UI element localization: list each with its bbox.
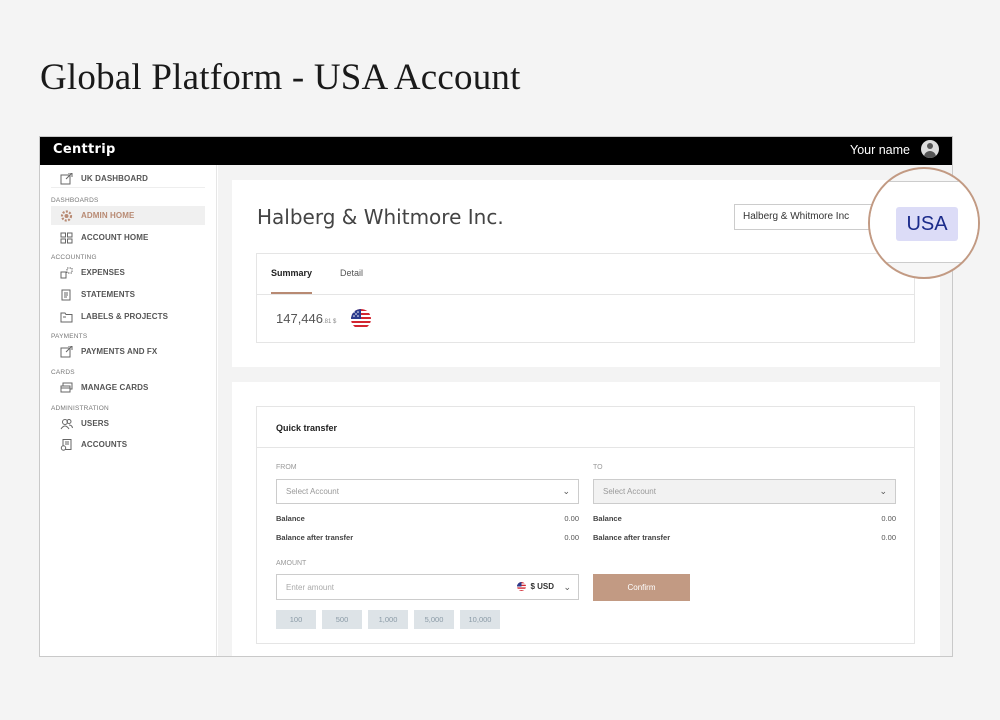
sidebar-item-account-home[interactable]: ACCOUNT HOME <box>51 228 205 247</box>
sidebar-item-admin-home[interactable]: ADMIN HOME <box>51 206 205 225</box>
quick-amount-chip[interactable]: 5,000 <box>414 610 454 629</box>
from-balance-after-label: Balance after transfer <box>276 533 354 542</box>
sidebar-item-payments-fx[interactable]: PAYMENTS AND FX <box>51 342 205 361</box>
users-icon <box>59 418 73 430</box>
to-label: TO <box>593 464 603 471</box>
from-account-select[interactable]: Select Account ⌄ <box>276 479 579 504</box>
user-avatar-icon[interactable] <box>921 140 939 158</box>
from-balance-value: 0.00 <box>564 514 579 523</box>
balance-decimals: .81 $ <box>323 319 337 325</box>
quick-transfer-divider <box>257 447 914 448</box>
quick-transfer-panel: Quick transfer FROM Select Account ⌄ TO … <box>256 406 915 644</box>
external-link-icon <box>59 345 73 358</box>
company-selector[interactable]: Halberg & Whitmore Inc <box>734 204 874 230</box>
magnifier-line <box>870 262 978 263</box>
confirm-button[interactable]: Confirm <box>593 574 690 601</box>
quick-amount-chip[interactable]: 10,000 <box>460 610 500 629</box>
chevron-down-icon: ⌄ <box>563 582 571 592</box>
tabs-divider <box>257 294 914 295</box>
us-flag-icon <box>351 309 371 329</box>
sidebar-item-label: LABELS & PROJECTS <box>81 312 169 321</box>
section-payments: PAYMENTS <box>51 333 88 340</box>
sidebar-item-manage-cards[interactable]: MANAGE CARDS <box>51 378 205 397</box>
grid-icon <box>59 232 73 244</box>
page-title: Global Platform - USA Account <box>40 57 521 98</box>
card-icon <box>59 382 73 394</box>
expenses-icon <box>59 267 73 279</box>
main-content: Halberg & Whitmore Inc. Halberg & Whitmo… <box>218 165 952 656</box>
magnifier-line <box>870 181 978 182</box>
amount-input[interactable]: Enter amount $ USD ⌄ <box>276 574 579 600</box>
sidebar-item-label: USERS <box>81 419 110 428</box>
quick-amount-chip[interactable]: 500 <box>322 610 362 629</box>
amount-label: AMOUNT <box>276 560 307 567</box>
sidebar-item-labels-projects[interactable]: LABELS & PROJECTS <box>51 307 205 326</box>
account-balance: 147,446.81 $ <box>276 311 336 326</box>
account-summary-card: Halberg & Whitmore Inc. Halberg & Whitmo… <box>232 180 940 367</box>
sidebar-item-label: ACCOUNTS <box>81 440 128 449</box>
to-balance-after-value: 0.00 <box>881 533 896 542</box>
to-account-placeholder: Select Account <box>603 487 656 496</box>
from-balance-after-value: 0.00 <box>564 533 579 542</box>
to-balance-after-label: Balance after transfer <box>593 533 671 542</box>
section-accounting: ACCOUNTING <box>51 254 97 261</box>
to-account-select[interactable]: Select Account ⌄ <box>593 479 896 504</box>
to-balance-label: Balance <box>593 514 622 523</box>
currency-label: $ USD <box>530 582 554 591</box>
sidebar-item-label: ADMIN HOME <box>81 211 135 220</box>
brand-logo[interactable]: Centtrip <box>53 142 116 157</box>
sidebar-item-expenses[interactable]: EXPENSES <box>51 263 205 282</box>
accounts-icon <box>59 438 73 451</box>
region-magnifier: USA <box>868 167 980 279</box>
tab-summary[interactable]: Summary <box>271 268 312 278</box>
app-window: Centtrip Your name UK DASHBOARD DASHBOAR… <box>39 136 953 657</box>
sidebar-item-label: ACCOUNT HOME <box>81 233 149 242</box>
us-flag-icon <box>517 582 527 591</box>
amount-placeholder: Enter amount <box>286 583 335 592</box>
from-balance-label: Balance <box>276 514 305 523</box>
sidebar-item-users[interactable]: USERS <box>51 414 205 433</box>
quick-amount-chip[interactable]: 1,000 <box>368 610 408 629</box>
sidebar-item-label: PAYMENTS AND FX <box>81 347 158 356</box>
section-administration: ADMINISTRATION <box>51 405 109 412</box>
section-cards: CARDS <box>51 369 75 376</box>
document-icon <box>59 289 73 301</box>
quick-transfer-card: Quick transfer FROM Select Account ⌄ TO … <box>232 382 940 656</box>
sidebar-item-uk-dashboard[interactable]: UK DASHBOARD <box>51 169 205 188</box>
folder-icon <box>59 311 73 323</box>
sidebar: UK DASHBOARD DASHBOARDS ADMIN HOME ACCOU… <box>40 165 217 656</box>
quick-transfer-title: Quick transfer <box>276 423 338 433</box>
section-dashboards: DASHBOARDS <box>51 197 99 204</box>
sidebar-item-accounts[interactable]: ACCOUNTS <box>51 435 205 454</box>
external-link-icon <box>59 172 73 185</box>
balance-amount: 147,446 <box>276 311 323 326</box>
user-name[interactable]: Your name <box>850 143 910 157</box>
sidebar-item-label: MANAGE CARDS <box>81 383 149 392</box>
region-badge[interactable]: USA <box>896 207 958 241</box>
sidebar-item-label: STATEMENTS <box>81 290 136 299</box>
chevron-down-icon: ⌄ <box>562 486 570 496</box>
currency-select[interactable]: $ USD <box>517 582 554 591</box>
chevron-down-icon: ⌄ <box>879 486 887 496</box>
to-balance-value: 0.00 <box>881 514 896 523</box>
summary-tabs-panel: Summary Detail 147,446.81 $ <box>256 253 915 343</box>
sidebar-divider <box>51 187 205 188</box>
sidebar-item-statements[interactable]: STATEMENTS <box>51 285 205 304</box>
sidebar-item-label: EXPENSES <box>81 268 125 277</box>
quick-amount-chip[interactable]: 100 <box>276 610 316 629</box>
from-label: FROM <box>276 464 297 471</box>
company-name: Halberg & Whitmore Inc. <box>257 205 504 229</box>
top-bar: Centtrip Your name <box>40 137 952 165</box>
from-account-placeholder: Select Account <box>286 487 339 496</box>
tab-detail[interactable]: Detail <box>340 268 363 278</box>
gear-icon <box>59 209 73 222</box>
sidebar-item-label: UK DASHBOARD <box>81 174 148 183</box>
